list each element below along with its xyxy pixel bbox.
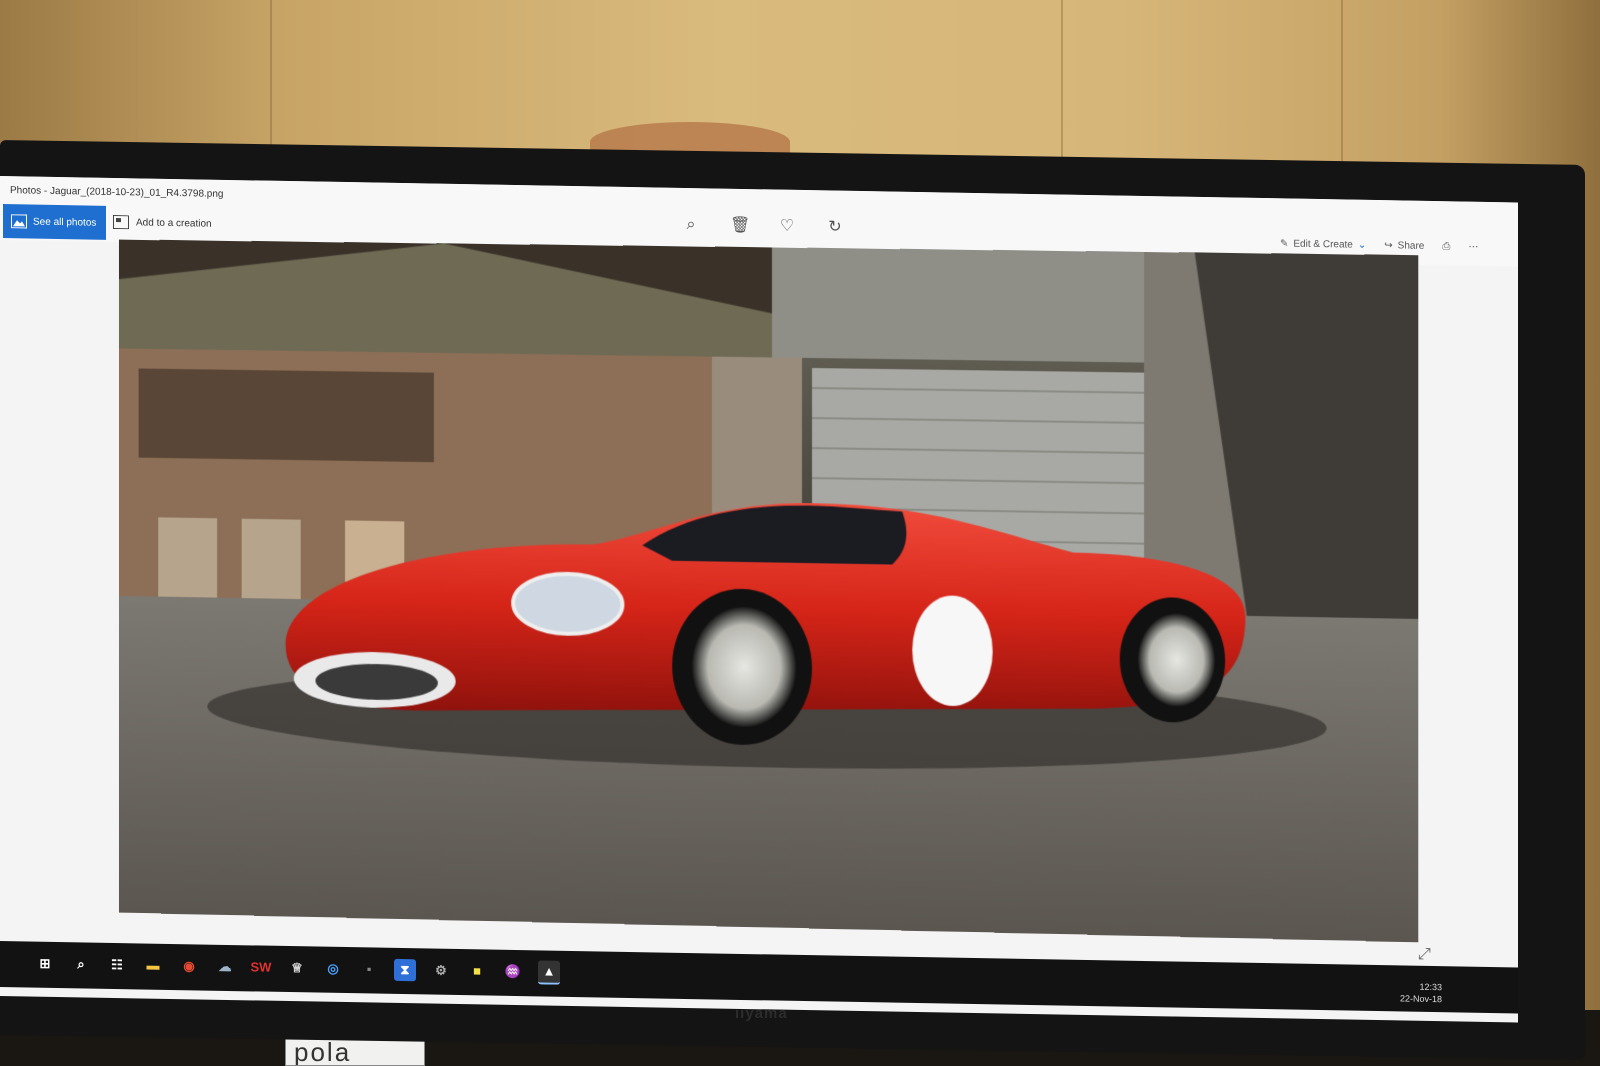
clock-time: 12:33 (1400, 980, 1442, 993)
file-explorer-icon[interactable]: ▬ (142, 954, 164, 976)
solidworks-icon[interactable]: SW (250, 956, 272, 978)
edit-create-label: Edit & Create (1293, 239, 1352, 251)
share-label: Share (1398, 240, 1425, 251)
app2-icon[interactable]: ▪ (358, 958, 380, 980)
share-button[interactable]: ↪ Share (1384, 240, 1424, 252)
app4-icon[interactable]: ⚙ (430, 960, 452, 982)
add-to-creation-button[interactable]: Add to a creation (113, 215, 212, 231)
task-view-icon[interactable]: ☷ (106, 954, 128, 976)
app3-icon[interactable]: ⧗ (394, 959, 416, 981)
fullscreen-icon[interactable]: ⤢ (1418, 946, 1431, 964)
print-button[interactable]: ⎙ (1442, 241, 1450, 252)
rhino-icon[interactable]: ♕ (286, 957, 308, 979)
window-title: Photos - Jaguar_(2018-10-23)_01_R4.3798.… (10, 185, 224, 200)
see-all-photos-button[interactable]: See all photos (3, 204, 106, 240)
add-to-creation-label: Add to a creation (136, 217, 212, 229)
chrome-icon[interactable]: ◉ (178, 955, 200, 977)
edit-icon: ✎ (1280, 238, 1288, 249)
delete-icon[interactable]: 🗑 (730, 217, 748, 235)
car-photo (119, 240, 1418, 943)
see-all-photos-label: See all photos (33, 216, 96, 228)
favorite-icon[interactable]: ♡ (778, 218, 796, 236)
clock-date: 22-Nov-18 (1400, 992, 1442, 1005)
search-icon[interactable]: ⌕ (70, 953, 92, 975)
wall-panel (1340, 0, 1343, 170)
more-icon: ⋯ (1468, 242, 1478, 253)
photos-icon (11, 214, 27, 228)
more-button[interactable]: ⋯ (1468, 242, 1478, 253)
add-creation-icon (113, 215, 129, 229)
zoom-icon[interactable]: ⌕ (682, 216, 700, 234)
start-icon[interactable]: ⊞ (34, 953, 56, 975)
photo-view[interactable] (119, 240, 1418, 943)
sticky-notes-icon[interactable]: ■ (466, 960, 488, 982)
rotate-icon[interactable]: ↻ (826, 218, 844, 236)
taskbar-clock[interactable]: 12:33 22-Nov-18 (1400, 980, 1442, 1005)
edit-create-button[interactable]: ✎ Edit & Create ⌄ (1280, 238, 1366, 251)
taskbar-icons: ⊞ ⌕ ☷ ▬ ◉ ☁ SW ♕ ◎ ▪ ⧗ ⚙ ■ ♒ ▲ (34, 952, 560, 985)
share-icon: ↪ (1384, 240, 1392, 251)
wall-panel (1060, 0, 1063, 170)
browser-icon[interactable]: ◎ (322, 958, 344, 980)
app-icon[interactable]: ☁ (214, 956, 236, 978)
viewer-tools: ⌕ 🗑 ♡ ↻ (682, 216, 844, 237)
screen: Photos - Jaguar_(2018-10-23)_01_R4.3798.… (0, 176, 1518, 1022)
chevron-down-icon: ⌄ (1358, 240, 1366, 251)
acrobat-icon[interactable]: ♒ (502, 961, 524, 983)
photos-icon[interactable]: ▲ (538, 960, 560, 984)
print-icon: ⎙ (1442, 241, 1450, 252)
